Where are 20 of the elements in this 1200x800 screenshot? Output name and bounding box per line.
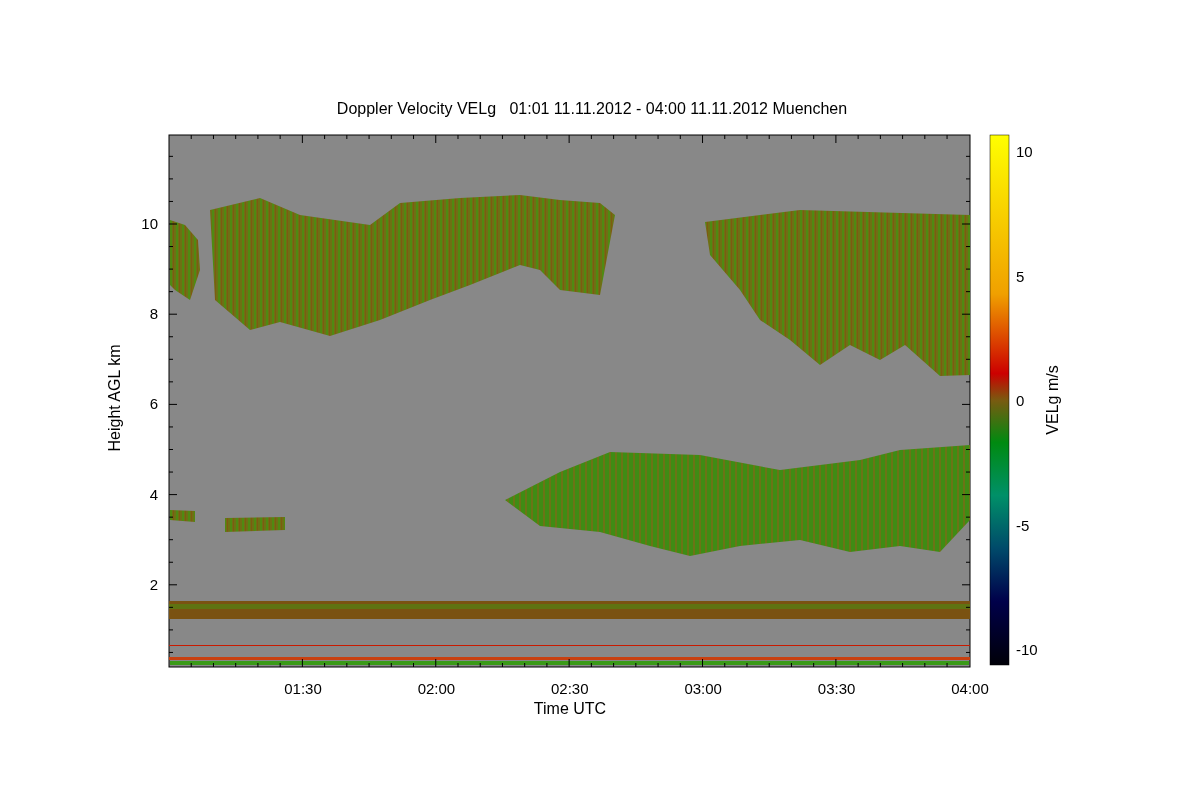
y-axis-label: Height AGL km	[106, 344, 123, 452]
x-tick-label: 02:30	[551, 680, 589, 697]
colorbar-tick-label: 5	[1016, 267, 1025, 285]
colorbar-label: VELg m/s	[1044, 365, 1061, 435]
x-tick-label: 01:30	[284, 680, 322, 697]
y-tick-label: 4	[149, 485, 158, 503]
colorbar-tick-label: 10	[1016, 143, 1033, 160]
x-tick-label: 03:00	[684, 680, 722, 697]
colorbar-tick-label: -10	[1016, 641, 1038, 658]
x-tick-label: 03:30	[817, 680, 856, 697]
y-tick-label: 2	[149, 575, 158, 593]
x-tick-label: 04:00	[951, 680, 989, 697]
colorbar-tick-label: 0	[1016, 392, 1025, 409]
y-tick-label: 6	[149, 395, 158, 413]
plot-title: Doppler Velocity VELg 01:01 11.11.2012 - 04:00 11.11.2012 Muenchen	[336, 100, 848, 117]
y-tick-label: 10	[141, 215, 158, 232]
x-axis-label: Time UTC	[533, 700, 607, 717]
colorbar-tick-label: -5	[1016, 516, 1030, 534]
y-tick-label: 8	[149, 305, 158, 323]
x-tick-label: 02:00	[417, 680, 456, 697]
